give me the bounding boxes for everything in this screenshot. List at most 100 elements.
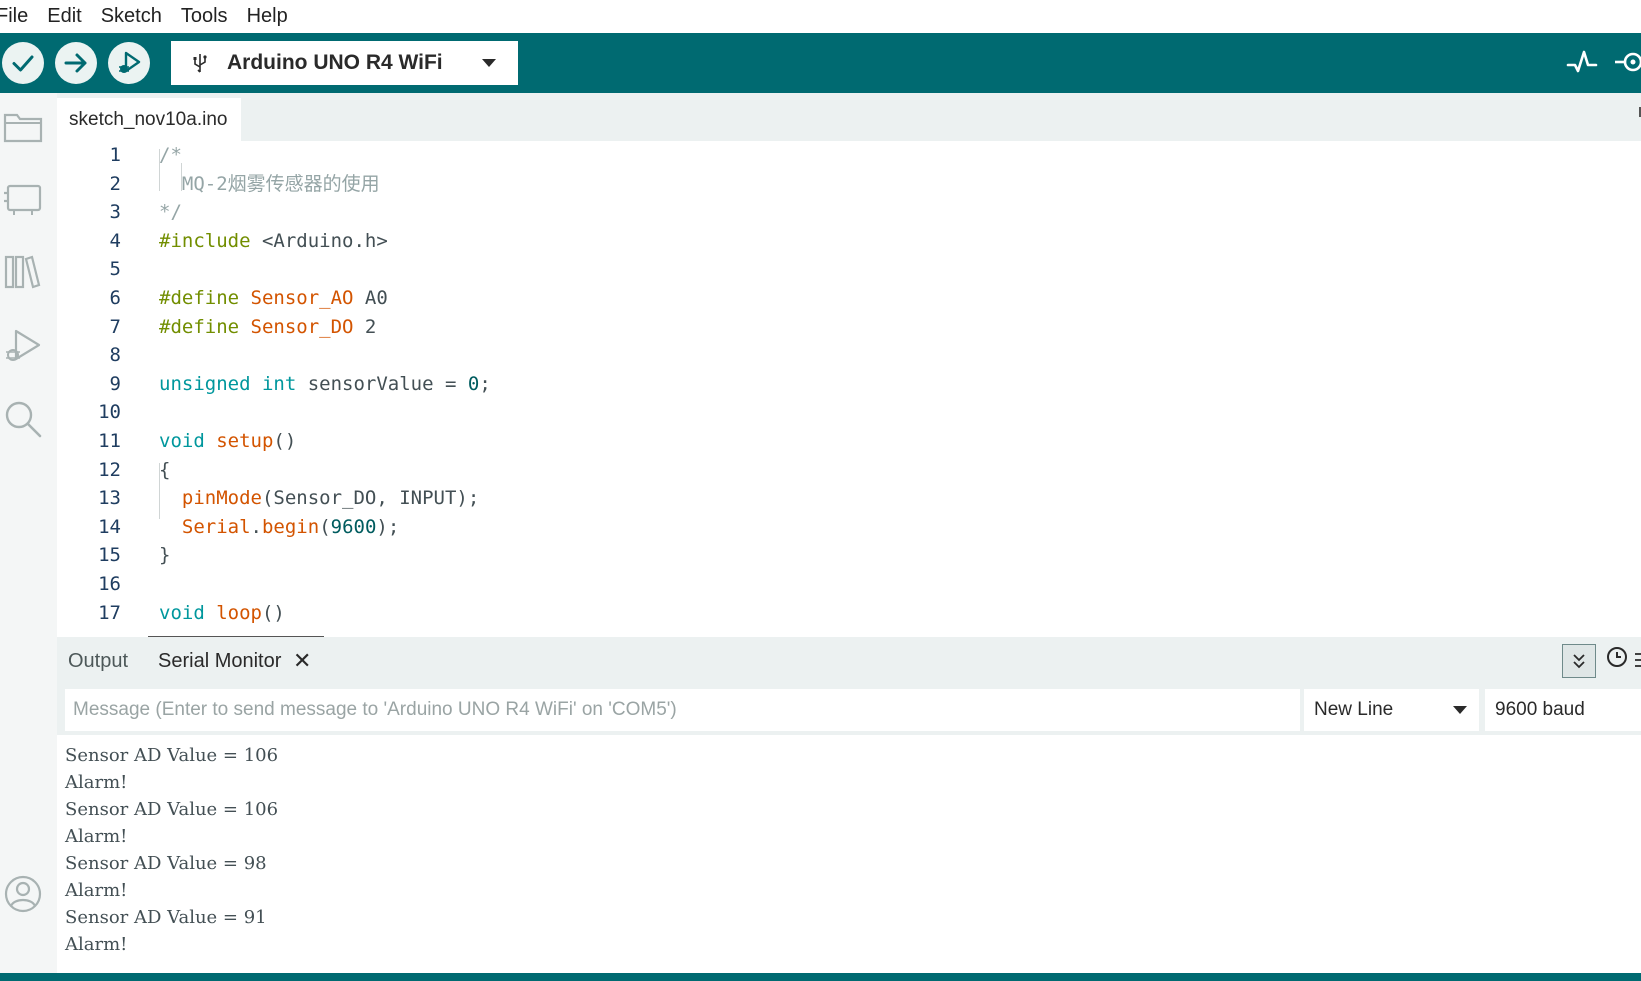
code-text: #define Sensor_DO 2 (159, 315, 377, 338)
code-text: } (159, 544, 171, 567)
serial-line: Alarm! (65, 934, 128, 955)
chevrons-down-icon (1573, 654, 1585, 669)
arrow-right-icon (64, 53, 87, 73)
debugger-icon (119, 51, 141, 73)
menu-icon[interactable] (1635, 644, 1641, 678)
toolbar: Arduino UNO R4 WiFi (0, 33, 1641, 93)
line-number: 14 (98, 515, 121, 538)
debug-icon[interactable] (2, 325, 44, 367)
code-line: 15} (57, 541, 1641, 570)
code-line: 16 (57, 570, 1641, 599)
code-line: 11 void setup() (57, 427, 1641, 456)
menu-bar: File Edit Sketch Tools Help (0, 0, 1641, 33)
serial-line: Sensor AD Value = 98 (65, 853, 267, 874)
tab-filename: sketch_nov10a.ino (69, 108, 228, 130)
serial-message-input[interactable] (65, 689, 1300, 731)
timestamp-clock-icon[interactable] (1604, 644, 1630, 678)
line-number: 5 (109, 258, 121, 281)
code-line: 10 (57, 398, 1641, 427)
line-number: 13 (98, 487, 121, 510)
chevron-down-icon (1453, 706, 1467, 714)
search-icon[interactable] (2, 398, 44, 440)
code-line: 8 (57, 341, 1641, 370)
line-number: 10 (98, 401, 121, 424)
line-number: 9 (109, 372, 121, 395)
code-line: 13 pinMode(Sensor_DO, INPUT); (57, 484, 1641, 513)
code-line: 9 unsigned int sensorValue = 0; (57, 370, 1641, 399)
code-text: MQ-2烟雾传感器的使用 (159, 172, 380, 195)
board-name: Arduino UNO R4 WiFi (227, 51, 443, 74)
activity-bar (0, 93, 57, 973)
tab-sketch-file[interactable]: sketch_nov10a.ino (57, 98, 241, 141)
code-editor[interactable]: 18{ 1/*2 MQ-2烟雾传感器的使用3*/4#include <Ardui… (57, 141, 1641, 637)
magnifier-icon[interactable] (1613, 47, 1641, 79)
panel-tab-bar: Output Serial Monitor ✕ (57, 637, 1641, 685)
menu-help[interactable]: Help (247, 0, 288, 33)
library-icon[interactable] (2, 251, 44, 293)
usb-icon (193, 54, 207, 73)
tab-serial-monitor[interactable]: Serial Monitor (158, 646, 281, 676)
line-ending-select[interactable]: New Line (1304, 689, 1479, 731)
bottom-panel: Output Serial Monitor ✕ New Line 9600 ba… (57, 637, 1641, 973)
line-number: 4 (109, 229, 121, 252)
menu-tools[interactable]: Tools (181, 0, 228, 33)
message-row: New Line 9600 baud (57, 685, 1641, 735)
check-icon (12, 55, 34, 72)
account-icon[interactable] (2, 873, 44, 915)
baud-rate-value: 9600 baud (1495, 699, 1585, 720)
line-number: 11 (98, 430, 121, 452)
autoscroll-toggle[interactable] (1562, 644, 1596, 678)
pulse-icon[interactable] (1566, 47, 1598, 79)
serial-line: Sensor AD Value = 106 (65, 799, 279, 820)
board-selector[interactable]: Arduino UNO R4 WiFi (171, 41, 518, 85)
code-line: 6 #define Sensor_AO A0 (57, 284, 1641, 313)
line-number: 12 (98, 458, 121, 481)
line-number: 15 (98, 544, 121, 567)
code-text: */ (159, 201, 182, 224)
line-number: 7 (109, 315, 121, 338)
line-number: 8 (109, 344, 121, 367)
code-text: /* (159, 144, 182, 166)
menu-file[interactable]: File (0, 0, 28, 33)
status-bar (0, 973, 1641, 981)
code-text: { (159, 458, 171, 481)
code-line: 12 { (57, 456, 1641, 485)
serial-line: Alarm! (65, 880, 128, 901)
line-ending-value: New Line (1314, 699, 1394, 720)
code-line: 14 Serial.begin(9600); (57, 513, 1641, 542)
folder-icon[interactable] (2, 105, 44, 147)
code-text: Serial.begin(9600); (181, 515, 400, 538)
code-line: 1 /* (57, 141, 1641, 170)
editor-tab-bar: sketch_nov10a.ino (57, 93, 1641, 141)
menu-sketch[interactable]: Sketch (101, 0, 162, 33)
menu-edit[interactable]: Edit (47, 0, 81, 33)
line-number: 2 (109, 172, 121, 195)
serial-output: Sensor AD Value = 106 Alarm! Sensor AD V… (65, 742, 1635, 967)
verify-button[interactable] (2, 42, 44, 84)
code-text: void setup() (159, 430, 297, 452)
line-number: 16 (98, 573, 121, 595)
tab-output[interactable]: Output (68, 646, 128, 676)
code-line: 17 void loop() (57, 599, 1641, 628)
code-line: 2 MQ-2烟雾传感器的使用 (57, 170, 1641, 199)
code-text: void loop() (159, 601, 285, 624)
serial-line: Sensor AD Value = 91 (65, 907, 267, 928)
line-number: 3 (109, 201, 121, 224)
debug-button[interactable] (108, 42, 150, 84)
close-icon[interactable]: ✕ (293, 648, 311, 674)
code-line: 3 */ (57, 198, 1641, 227)
code-line: 5 (57, 255, 1641, 284)
code-text: pinMode(Sensor_DO, INPUT); (181, 487, 480, 510)
code-line: 7 #define Sensor_DO 2 (57, 313, 1641, 342)
serial-line: Alarm! (65, 826, 128, 847)
line-number: 17 (98, 601, 121, 624)
baud-rate-select[interactable]: 9600 baud (1485, 689, 1641, 731)
code-line: 4 #include <Arduino.h> (57, 227, 1641, 256)
line-number: 6 (109, 287, 121, 309)
chevron-down-icon (482, 59, 496, 67)
line-number: 1 (109, 144, 121, 166)
code-text: #include <Arduino.h> (159, 229, 388, 252)
code-text: unsigned int sensorValue = 0; (159, 372, 491, 395)
upload-button[interactable] (55, 42, 97, 84)
board-manager-icon[interactable] (2, 177, 44, 219)
